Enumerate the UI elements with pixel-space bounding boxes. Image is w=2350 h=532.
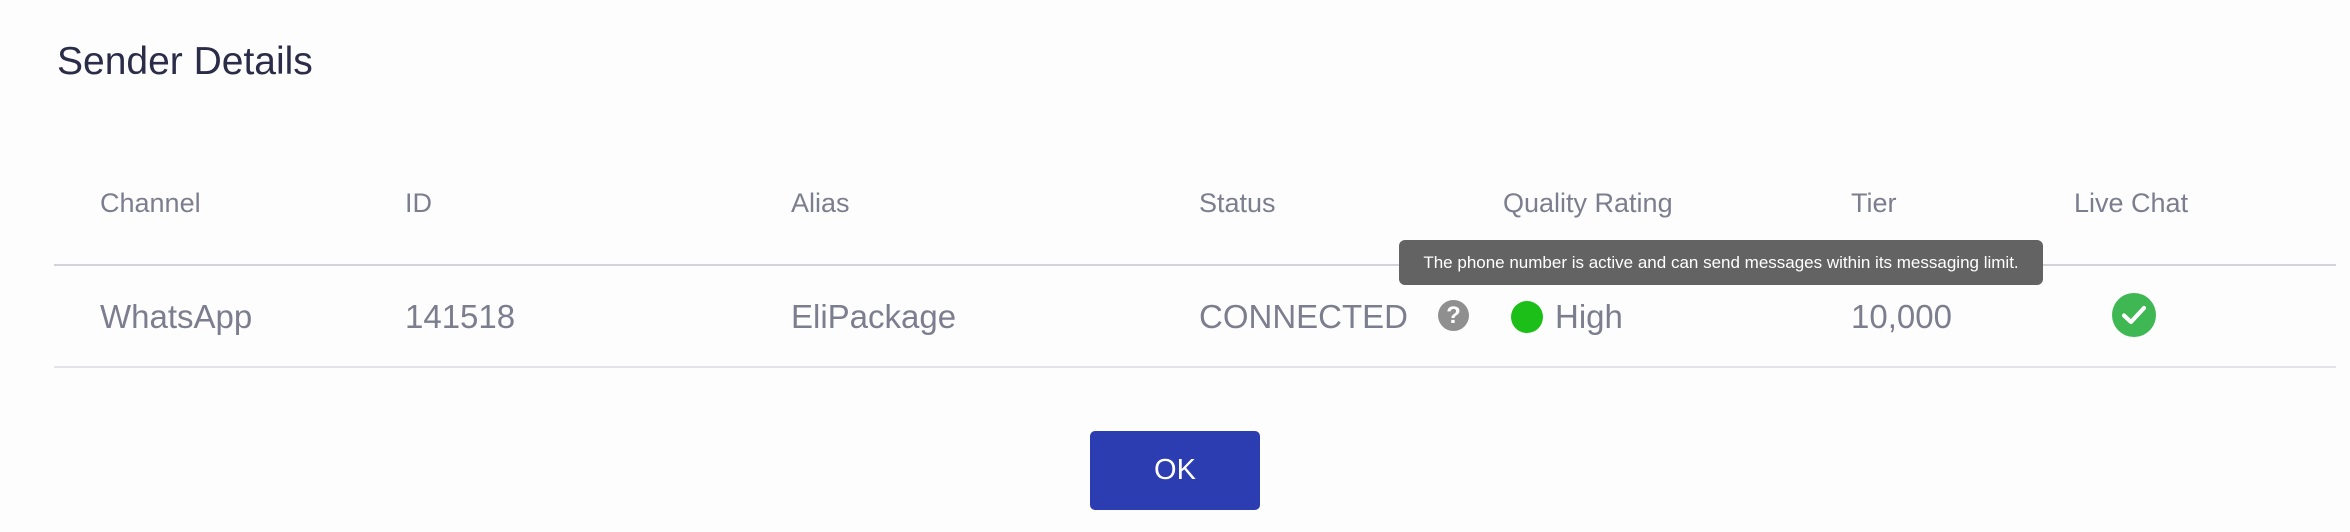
sender-details-dialog: Sender Details Channel ID Alias Status Q… xyxy=(0,0,2350,532)
dialog-title: Sender Details xyxy=(57,40,313,83)
cell-quality-rating: High xyxy=(1555,298,1623,335)
check-mark-icon xyxy=(2121,305,2147,325)
live-chat-check-icon xyxy=(2112,293,2156,337)
column-header-quality-rating: Quality Rating xyxy=(1503,188,1673,218)
column-header-live-chat: Live Chat xyxy=(2074,188,2189,218)
quality-status-dot xyxy=(1511,301,1543,333)
cell-id: 141518 xyxy=(405,298,516,335)
ok-button[interactable]: OK xyxy=(1090,431,1260,510)
column-header-alias: Alias xyxy=(791,188,850,218)
row-divider xyxy=(54,366,2336,368)
cell-channel: WhatsApp xyxy=(100,298,253,335)
column-header-status: Status xyxy=(1199,188,1276,218)
column-header-tier: Tier xyxy=(1851,188,1897,218)
column-header-channel: Channel xyxy=(100,188,201,218)
cell-tier: 10,000 xyxy=(1851,298,1952,335)
column-header-id: ID xyxy=(405,188,432,218)
cell-status: CONNECTED xyxy=(1199,298,1409,335)
status-tooltip: The phone number is active and can send … xyxy=(1399,240,2043,285)
cell-alias: EliPackage xyxy=(791,298,957,335)
status-help-icon[interactable]: ? xyxy=(1438,300,1469,331)
